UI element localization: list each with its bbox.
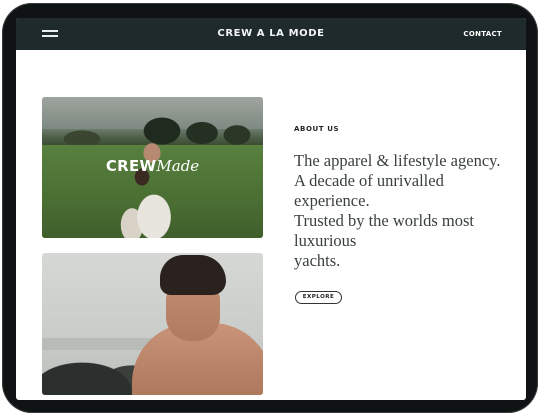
tagline-line: experience.: [294, 191, 370, 210]
about-us-label: ABOUT US: [294, 125, 340, 133]
agency-tagline: The apparel & lifestyle agency. A decade…: [294, 151, 526, 271]
tagline-line: luxurious: [294, 231, 357, 250]
contact-link[interactable]: CONTACT: [463, 18, 502, 50]
tagline-line: yachts.: [294, 251, 341, 270]
explore-button[interactable]: EXPLORE: [295, 291, 342, 304]
couple-photo: CREWMade: [42, 97, 263, 238]
tagline-line: Trusted by the worlds most: [294, 211, 474, 230]
tagline-line: A decade of unrivalled: [294, 171, 444, 190]
screen: CREW A LA MODE CONTACT CREWMade ABOUT US…: [16, 18, 526, 400]
hamburger-menu-icon[interactable]: [42, 29, 58, 38]
tablet-frame: CREW A LA MODE CONTACT CREWMade ABOUT US…: [2, 3, 538, 413]
model-photo: [42, 253, 263, 395]
top-navbar: CREW A LA MODE CONTACT: [16, 18, 526, 50]
brand-title: CREW A LA MODE: [217, 28, 325, 39]
logo-bold-text: CREW: [105, 157, 157, 175]
logo-script-text: Made: [156, 157, 200, 175]
crew-made-logo: CREWMade: [42, 157, 263, 176]
tagline-line: The apparel & lifestyle agency.: [294, 151, 501, 170]
